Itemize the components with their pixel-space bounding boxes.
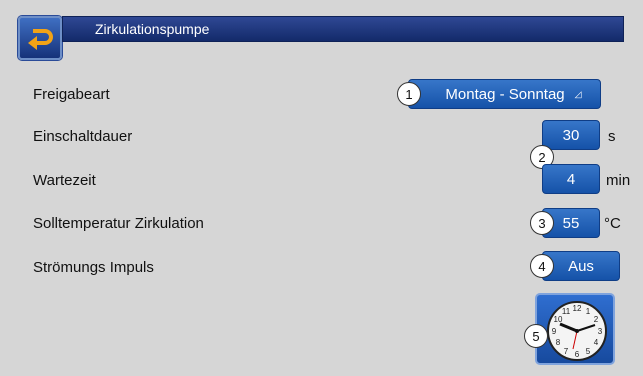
svg-text:12: 12 [573,304,582,313]
solltemperatur-label: Solltemperatur Zirkulation [33,215,204,232]
solltemperatur-unit: °C [604,215,621,232]
wartezeit-unit: min [606,172,631,189]
clock-icon: 12 1 2 3 4 5 6 7 8 9 10 11 [547,301,607,361]
svg-text:4: 4 [594,338,599,347]
einschaltdauer-unit: s [608,128,616,145]
einschaltdauer-label: Einschaltdauer [33,128,133,145]
title-bar: Zirkulationspumpe [62,16,624,42]
svg-text:2: 2 [594,315,599,324]
wartezeit-input[interactable]: 4 [542,164,600,194]
svg-text:7: 7 [564,347,569,356]
marker-1: 1 [397,82,421,106]
svg-text:5: 5 [586,347,591,356]
svg-text:3: 3 [598,327,603,336]
svg-text:9: 9 [552,327,557,336]
time-window-button[interactable]: 12 1 2 3 4 5 6 7 8 9 10 11 [535,293,615,365]
marker-5: 5 [524,324,548,348]
svg-text:6: 6 [575,350,580,359]
svg-text:11: 11 [562,307,571,316]
stroemung-value: Aus [568,257,594,275]
page-title: Zirkulationspumpe [95,21,210,37]
svg-text:8: 8 [556,338,561,347]
einschaltdauer-value: 30 [562,126,580,144]
back-arrow-icon [28,29,53,50]
marker-4: 4 [530,254,554,278]
freigabeart-label: Freigabeart [33,86,110,103]
einschaltdauer-input[interactable]: 30 [542,120,600,150]
stroemung-label: Strömungs Impuls [33,259,154,276]
freigabeart-select[interactable]: Montag - Sonntag ◿ [408,79,601,109]
solltemperatur-value: 55 [562,214,580,232]
svg-text:1: 1 [586,307,591,316]
wartezeit-value: 4 [566,170,576,188]
wartezeit-label: Wartezeit [33,172,96,189]
back-button[interactable] [18,16,62,60]
svg-text:10: 10 [554,315,563,324]
dropdown-icon: ◿ [574,88,582,99]
freigabeart-value: Montag - Sonntag [445,85,565,103]
marker-3: 3 [530,211,554,235]
